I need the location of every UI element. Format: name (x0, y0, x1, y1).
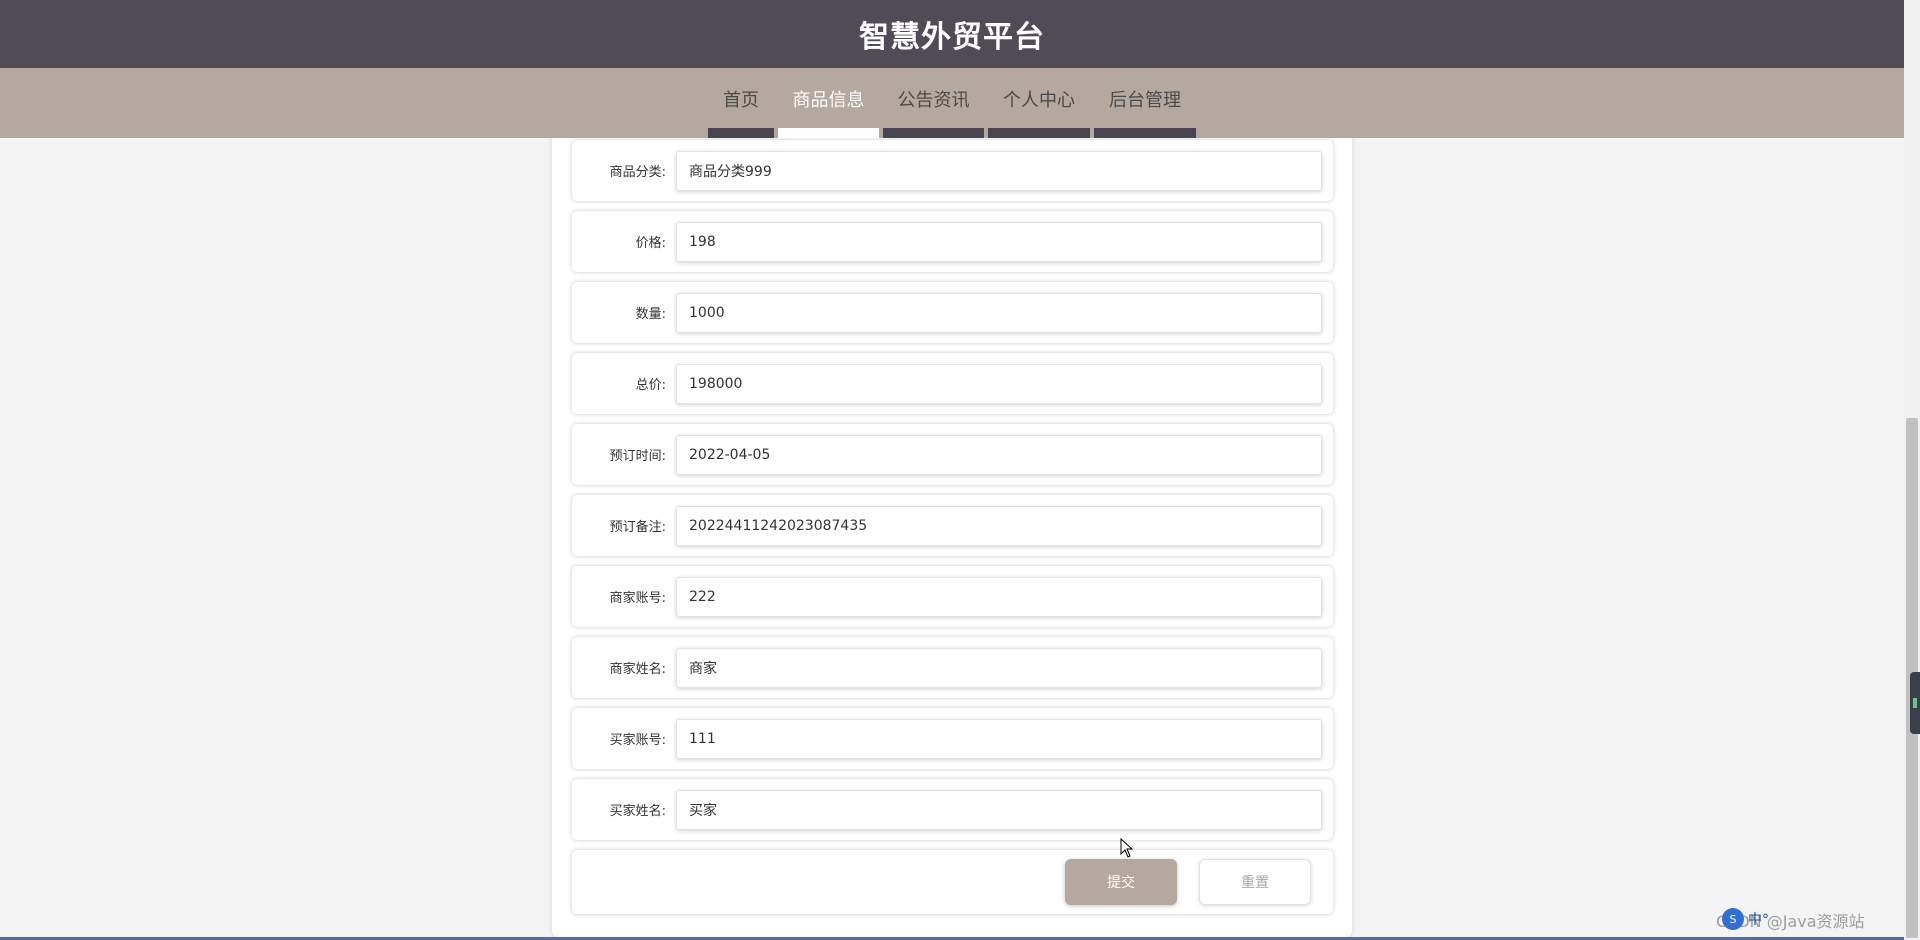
main-nav: 首页 商品信息 公告资讯 个人中心 后台管理 (0, 68, 1904, 138)
field-label: 买家账号: (609, 733, 666, 748)
nav-item-bar (778, 128, 879, 138)
merchant-account-input[interactable] (676, 576, 1322, 617)
nav-item-label: 公告资讯 (897, 90, 970, 111)
nav-item-label: 后台管理 (1109, 90, 1181, 111)
field-label: 买家姓名: (609, 804, 666, 819)
site-header: 智慧外贸平台 (0, 0, 1904, 68)
site-title: 智慧外贸平台 (859, 20, 1045, 55)
form-actions: 提交 重置 (572, 850, 1333, 914)
mouse-cursor-icon (1120, 838, 1134, 858)
nav-item-label: 商品信息 (792, 90, 865, 111)
field-label: 预订备注: (609, 520, 666, 535)
nav-item-news[interactable]: 公告资讯 (883, 68, 984, 138)
nav-item-products[interactable]: 商品信息 (778, 68, 879, 138)
ime-mode-label: 中° (1748, 912, 1769, 928)
field-label: 商品分类: (609, 165, 666, 180)
field-quantity: 数量: (572, 282, 1333, 343)
nav-item-bar (988, 128, 1090, 138)
booking-note-input[interactable] (676, 505, 1322, 546)
buyer-account-input[interactable] (676, 718, 1322, 759)
booking-time-input[interactable] (676, 434, 1322, 475)
field-label: 预订时间: (609, 449, 666, 464)
nav-item-profile[interactable]: 个人中心 (988, 68, 1090, 138)
field-buyer-name: 买家姓名: (572, 779, 1333, 840)
field-label: 总价: (635, 378, 666, 393)
form-panel: 商品分类: 价格: 数量: 总价: 预订时间: 预订备注: (552, 120, 1352, 938)
field-merchant-name: 商家姓名: (572, 637, 1333, 698)
field-label: 商家姓名: (609, 662, 666, 677)
quantity-input[interactable] (676, 292, 1322, 333)
nav-item-home[interactable]: 首页 (708, 68, 774, 138)
side-widget-handle[interactable] (1910, 672, 1920, 734)
reset-button[interactable]: 重置 (1199, 859, 1311, 905)
field-label: 商家账号: (609, 591, 666, 606)
field-label: 数量: (635, 307, 666, 322)
field-buyer-account: 买家账号: (572, 708, 1333, 769)
nav-item-label: 个人中心 (1003, 90, 1075, 111)
nav-items: 首页 商品信息 公告资讯 个人中心 后台管理 (708, 68, 1196, 138)
field-booking-time: 预订时间: (572, 424, 1333, 485)
submit-button[interactable]: 提交 (1065, 859, 1177, 905)
price-input[interactable] (676, 221, 1322, 262)
nav-item-bar (883, 128, 984, 138)
ime-toolbar[interactable]: S 中° (1722, 908, 1769, 930)
form-rows: 商品分类: 价格: 数量: 总价: 预订时间: 预订备注: (572, 140, 1333, 914)
field-label: 价格: (635, 236, 666, 251)
total-input[interactable] (676, 363, 1322, 404)
field-booking-note: 预订备注: (572, 495, 1333, 556)
field-merchant-account: 商家账号: (572, 566, 1333, 627)
field-price: 价格: (572, 211, 1333, 272)
grip-icon (1913, 698, 1917, 708)
nav-item-admin[interactable]: 后台管理 (1094, 68, 1196, 138)
field-category: 商品分类: (572, 140, 1333, 201)
app-window: 智慧外贸平台 首页 商品信息 公告资讯 个人中心 后台管理 商品分类: 商品分类… (0, 0, 1920, 940)
nav-item-label: 首页 (723, 90, 759, 111)
buyer-name-input[interactable] (676, 789, 1322, 830)
category-input[interactable] (676, 150, 1322, 191)
field-total: 总价: (572, 353, 1333, 414)
merchant-name-input[interactable] (676, 647, 1322, 688)
nav-item-bar (1094, 128, 1196, 138)
ime-logo-icon: S (1722, 908, 1744, 930)
nav-item-bar (708, 128, 774, 138)
